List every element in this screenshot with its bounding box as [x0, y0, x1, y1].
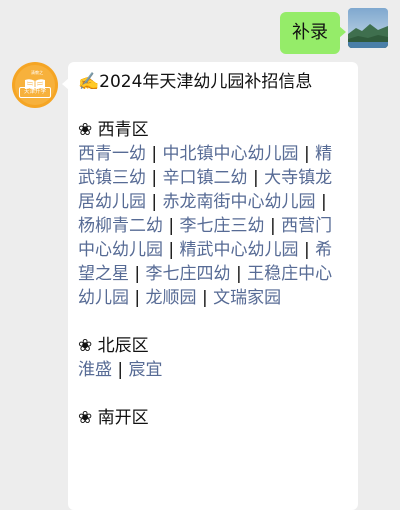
list-separator: | — [146, 144, 163, 164]
list-separator: | — [298, 144, 316, 164]
outgoing-message-bubble[interactable]: 补录 — [280, 12, 346, 54]
list-separator: | — [247, 168, 265, 188]
brand-avatar[interactable]: 清教之 天津升学 — [12, 62, 58, 108]
kindergarten-link[interactable]: 淮盛 — [78, 360, 112, 380]
kindergarten-link[interactable]: 龙顺园 — [146, 288, 197, 308]
message-title: ✍️2024年天津幼儿园补招信息 — [78, 72, 313, 92]
user-avatar[interactable] — [348, 8, 388, 48]
kindergarten-link[interactable]: 西青一幼 — [78, 144, 146, 164]
brand-small-text: 清教之 — [31, 70, 43, 75]
district-title: ❀ 北辰区 — [78, 336, 149, 356]
kindergarten-link[interactable]: 辛口镇二幼 — [163, 168, 248, 188]
list-separator: | — [315, 192, 327, 212]
list-separator: | — [129, 288, 146, 308]
list-separator: | — [163, 240, 180, 260]
district-sections: ❀ 西青区 西青一幼 | 中北镇中心幼儿园 | 精武镇三幼 | 辛口镇二幼 | 大… — [78, 118, 348, 430]
kindergarten-link[interactable]: 文瑞家园 — [213, 288, 281, 308]
kindergarten-link[interactable]: 李七庄四幼 — [146, 264, 231, 284]
list-separator: | — [298, 240, 316, 260]
landscape-photo-icon — [348, 8, 388, 48]
list-separator: | — [196, 288, 214, 308]
list-separator: | — [146, 168, 163, 188]
book-logo-icon: 清教之 天津升学 — [15, 65, 55, 105]
district-section: ❀ 西青区 西青一幼 | 中北镇中心幼儿园 | 精武镇三幼 | 辛口镇二幼 | 大… — [78, 118, 348, 310]
list-separator: | — [163, 216, 180, 236]
list-separator: | — [129, 264, 146, 284]
kindergarten-link[interactable]: 赤龙南街中心幼儿园 — [163, 192, 316, 212]
brand-label: 天津升学 — [19, 87, 51, 98]
kindergarten-list: 西青一幼 | 中北镇中心幼儿园 | 精武镇三幼 | 辛口镇二幼 | 大寺镇龙居幼… — [78, 142, 348, 310]
kindergarten-link[interactable]: 李七庄三幼 — [180, 216, 265, 236]
incoming-message-row: 清教之 天津升学 ✍️2024年天津幼儿园补招信息 ❀ 西青区 西青一幼 | 中北… — [12, 62, 358, 510]
district-section: ❀ 北辰区 淮盛 | 宸宜 — [78, 334, 348, 382]
kindergarten-list: 淮盛 | 宸宜 — [78, 358, 348, 382]
district-title: ❀ 南开区 — [78, 408, 149, 428]
kindergarten-link[interactable]: 杨柳青二幼 — [78, 216, 163, 236]
list-separator: | — [264, 216, 282, 236]
incoming-message-bubble: ✍️2024年天津幼儿园补招信息 ❀ 西青区 西青一幼 | 中北镇中心幼儿园 | … — [62, 62, 358, 510]
list-separator: | — [112, 360, 129, 380]
outgoing-message-row: 补录 — [280, 8, 388, 54]
list-separator: | — [230, 264, 248, 284]
kindergarten-link[interactable]: 精武中心幼儿园 — [180, 240, 299, 260]
district-section: ❀ 南开区 — [78, 406, 348, 430]
list-separator: | — [146, 192, 163, 212]
kindergarten-link[interactable]: 中北镇中心幼儿园 — [163, 144, 299, 164]
kindergarten-link[interactable]: 宸宜 — [129, 360, 163, 380]
chat-window: 补录 清教之 天津升学 ✍️2024年天津幼儿园补招信息 ❀ 西青区 西青一幼 … — [0, 0, 400, 510]
district-title: ❀ 西青区 — [78, 120, 149, 140]
